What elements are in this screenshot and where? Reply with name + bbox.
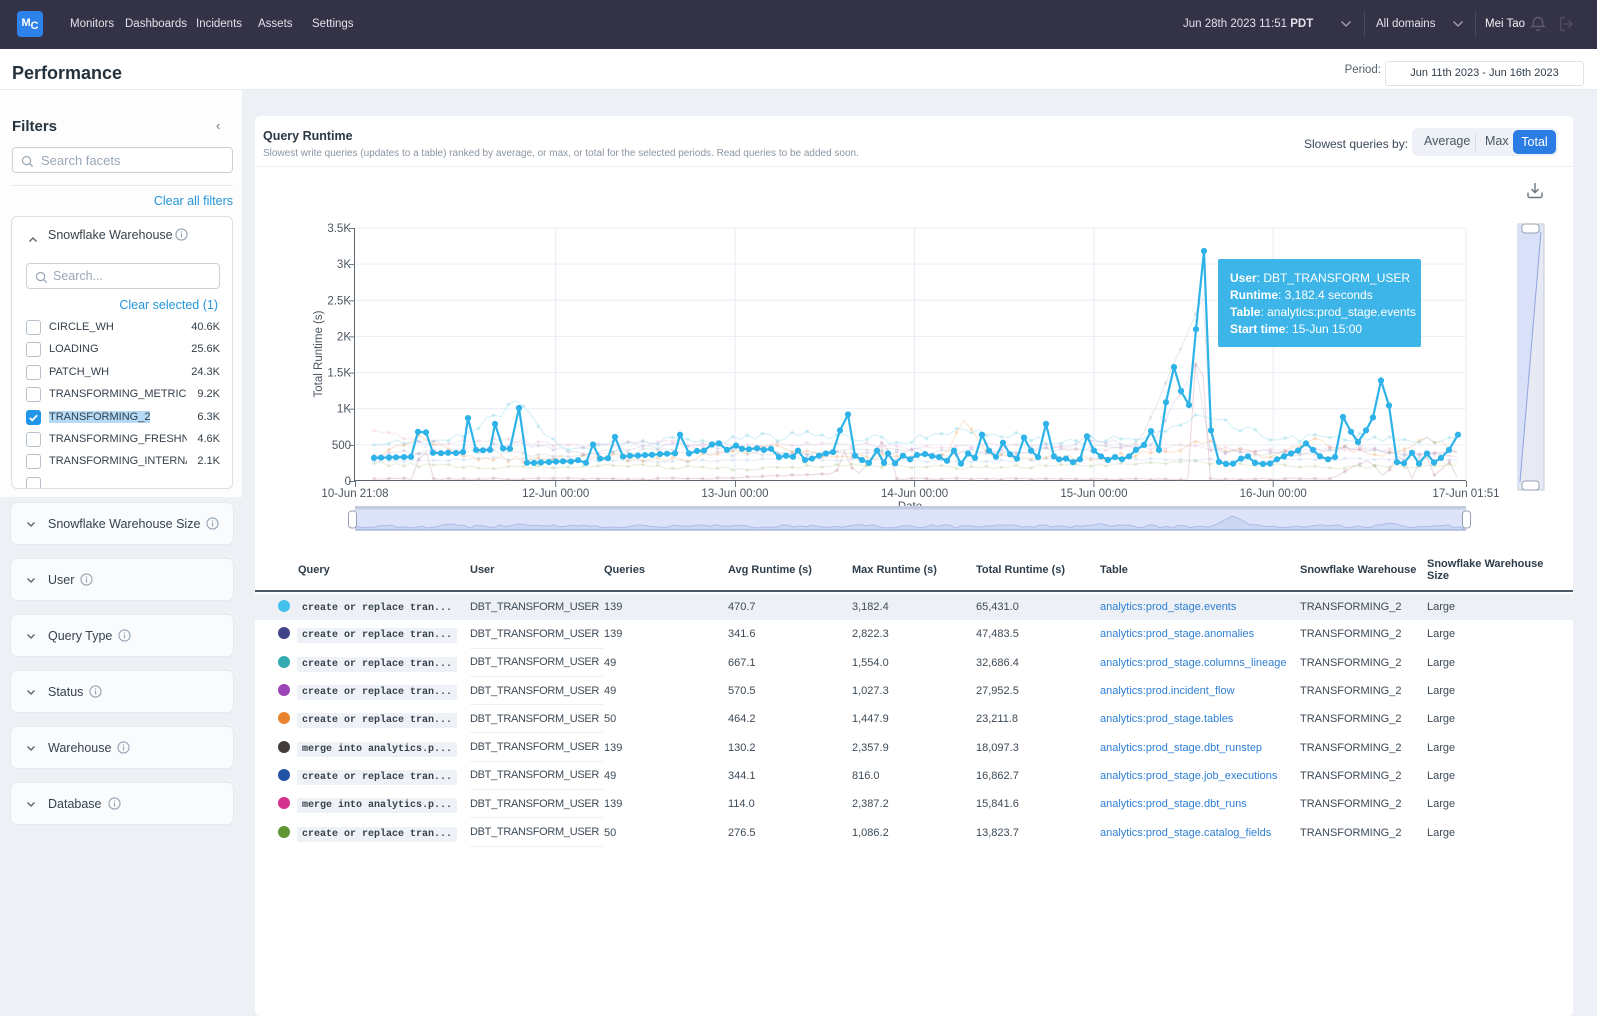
svg-text:13-Jun 00:00: 13-Jun 00:00 [701,488,768,500]
svg-text:3K: 3K [337,259,351,271]
svg-text:1.5K: 1.5K [327,368,351,380]
svg-text:Total Runtime (s): Total Runtime (s) [313,310,325,397]
svg-text:User: DBT_TRANSFORM_USER: User: DBT_TRANSFORM_USER [1230,271,1410,285]
svg-text:Table: analytics:prod_stage.ev: Table: analytics:prod_stage.events [1230,305,1416,319]
svg-text:Start time: 15-Jun 15:00: Start time: 15-Jun 15:00 [1230,322,1362,336]
svg-text:2.5K: 2.5K [327,295,351,307]
svg-text:10-Jun 21:08: 10-Jun 21:08 [321,488,388,500]
svg-text:14-Jun 00:00: 14-Jun 00:00 [881,488,948,500]
svg-text:2K: 2K [337,331,351,343]
svg-text:12-Jun 00:00: 12-Jun 00:00 [522,488,589,500]
svg-text:1K: 1K [337,404,351,416]
svg-text:15-Jun 00:00: 15-Jun 00:00 [1060,488,1127,500]
svg-text:Runtime: 3,182.4 seconds: Runtime: 3,182.4 seconds [1230,288,1373,302]
svg-text:0: 0 [345,476,351,488]
svg-text:17-Jun 01:51: 17-Jun 01:51 [1432,488,1499,500]
svg-text:500: 500 [332,440,351,452]
svg-text:3.5K: 3.5K [327,223,351,235]
svg-text:16-Jun 00:00: 16-Jun 00:00 [1240,488,1307,500]
